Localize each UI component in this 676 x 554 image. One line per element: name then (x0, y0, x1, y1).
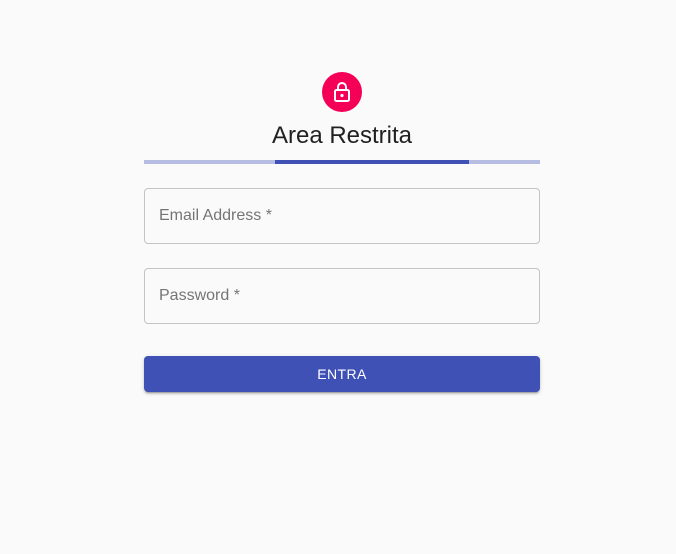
page-title: Area Restrita (271, 122, 413, 149)
password-field[interactable]: Password * (144, 268, 540, 324)
progress-indicator (144, 160, 540, 164)
password-input[interactable] (145, 269, 539, 323)
email-input[interactable] (145, 189, 539, 243)
progress-bar (275, 160, 469, 164)
lock-icon (332, 81, 352, 103)
submit-button[interactable]: ENTRA (144, 356, 540, 392)
avatar (322, 72, 362, 112)
login-page: Area Restrita Email Address * Password *… (0, 0, 676, 554)
email-field[interactable]: Email Address * (144, 188, 540, 244)
